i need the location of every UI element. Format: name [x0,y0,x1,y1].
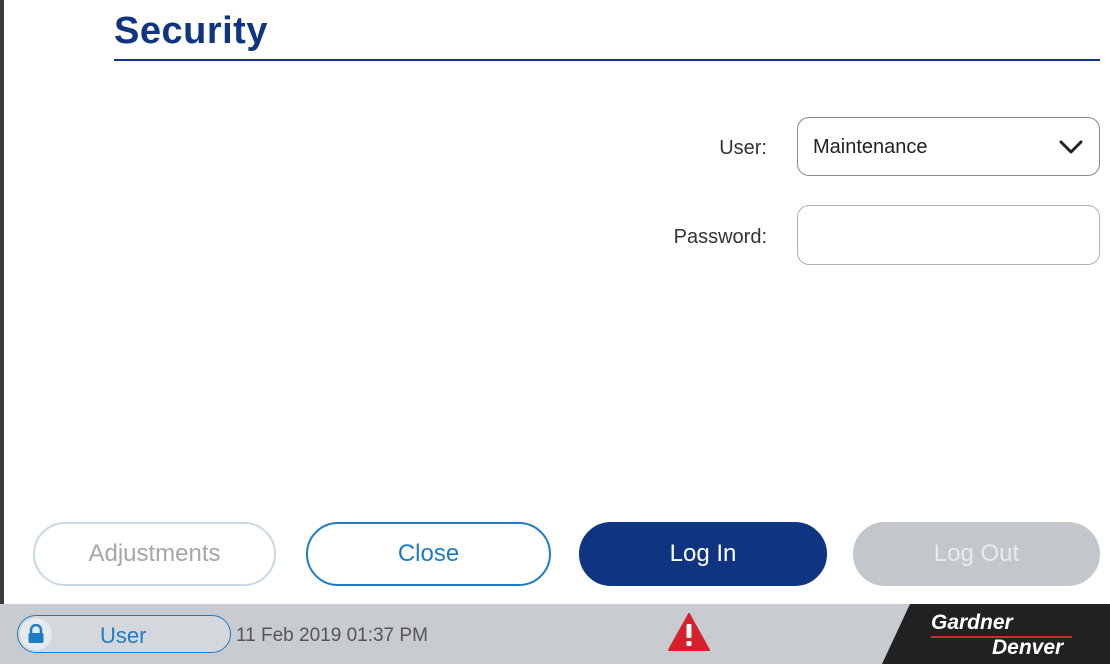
close-button[interactable]: Close [306,522,551,586]
lock-icon [20,618,52,650]
user-label: User: [719,137,767,159]
status-bar: User 11 Feb 2019 01:37 PM Gardner Denver [0,604,1110,664]
password-field[interactable] [797,205,1100,265]
adjustments-button[interactable]: Adjustments [33,522,276,586]
brand-logo-line2: Denver [992,636,1064,659]
brand-logo-line1: Gardner [931,611,1013,634]
user-status-button[interactable]: User [17,615,231,653]
warning-triangle-icon[interactable] [667,612,711,652]
chevron-down-icon [1059,140,1083,154]
page-title: Security [114,10,268,52]
password-label: Password: [673,226,767,248]
log-out-button[interactable]: Log Out [853,522,1100,586]
user-select[interactable]: Maintenance [797,117,1100,176]
title-underline [114,59,1100,61]
user-select-value: Maintenance [813,136,928,158]
log-in-button[interactable]: Log In [579,522,827,586]
user-status-label: User [100,623,147,648]
left-edge-bar [0,0,4,604]
status-datetime: 11 Feb 2019 01:37 PM [236,625,428,646]
